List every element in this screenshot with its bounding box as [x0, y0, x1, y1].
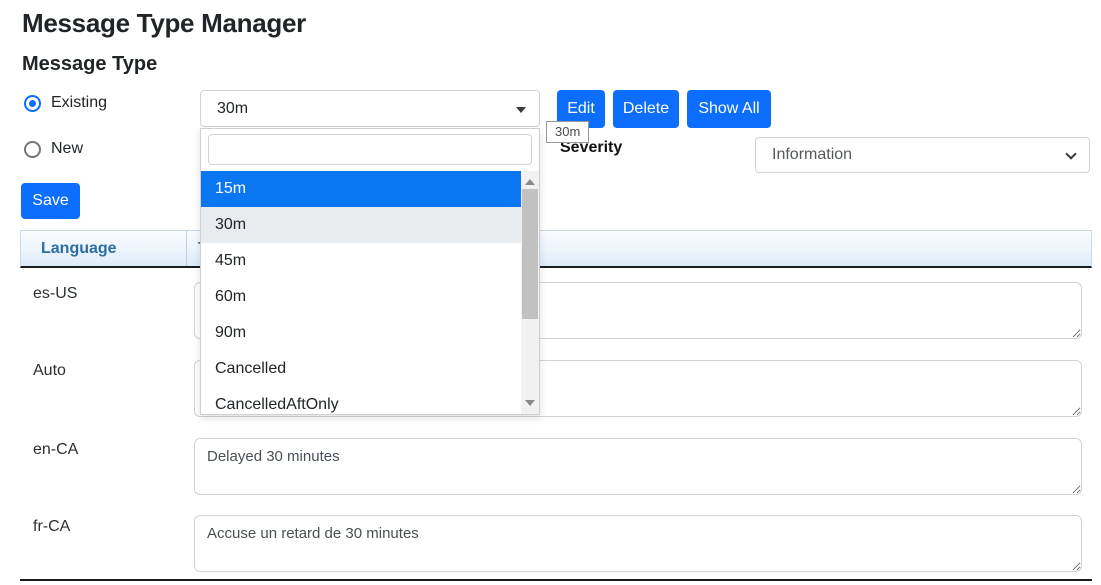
option-cancelledaftonly[interactable]: CancelledAftOnly	[201, 387, 521, 415]
language-label-es-us: es-US	[33, 285, 77, 303]
chevron-down-icon	[1065, 148, 1076, 159]
option-60m[interactable]: 60m	[201, 279, 521, 315]
option-45m[interactable]: 45m	[201, 243, 521, 279]
message-type-options: 15m 30m 45m 60m 90m Cancelled CancelledA…	[201, 171, 521, 414]
column-header-language: Language	[41, 231, 117, 266]
language-label-auto: Auto	[33, 362, 66, 380]
column-divider	[186, 231, 187, 266]
scroll-up-arrow-icon[interactable]	[525, 179, 535, 185]
tooltip-30m: 30m	[546, 121, 589, 143]
option-15m[interactable]: 15m	[201, 171, 521, 207]
section-title: Message Type	[22, 53, 157, 76]
existing-radio-label: Existing	[51, 94, 107, 112]
option-90m[interactable]: 90m	[201, 315, 521, 351]
caret-down-icon	[516, 107, 526, 113]
language-label-en-ca: en-CA	[33, 441, 78, 459]
message-textarea-fr-ca[interactable]: Accuse un retard de 30 minutes	[194, 515, 1082, 572]
page-title: Message Type Manager	[22, 8, 306, 39]
table-bottom-border	[20, 579, 1092, 581]
show-all-button[interactable]: Show All	[687, 90, 771, 128]
message-type-manager-page: Message Type Manager Message Type Existi…	[0, 0, 1101, 585]
existing-radio[interactable]	[24, 95, 41, 112]
option-cancelled[interactable]: Cancelled	[201, 351, 521, 387]
scrollbar-thumb[interactable]	[522, 189, 538, 319]
message-type-dropdown: 15m 30m 45m 60m 90m Cancelled CancelledA…	[200, 128, 540, 415]
new-radio-label: New	[51, 140, 83, 158]
delete-button[interactable]: Delete	[613, 90, 679, 128]
new-radio-row: New	[24, 140, 83, 158]
save-button[interactable]: Save	[21, 183, 80, 219]
severity-select[interactable]: Information	[755, 137, 1090, 173]
new-radio[interactable]	[24, 141, 41, 158]
scroll-down-arrow-icon[interactable]	[525, 400, 535, 406]
table-header: Language Text	[20, 230, 1092, 268]
dropdown-scrollbar[interactable]	[521, 171, 539, 414]
message-type-select[interactable]: 30m	[200, 90, 540, 127]
existing-radio-row: Existing	[24, 94, 107, 112]
message-textarea-en-ca[interactable]: Delayed 30 minutes	[194, 438, 1082, 495]
severity-select-value: Information	[756, 146, 852, 164]
message-type-select-value: 30m	[201, 100, 248, 118]
dropdown-search-input[interactable]	[208, 134, 532, 165]
language-label-fr-ca: fr-CA	[33, 518, 70, 536]
option-30m[interactable]: 30m	[201, 207, 521, 243]
